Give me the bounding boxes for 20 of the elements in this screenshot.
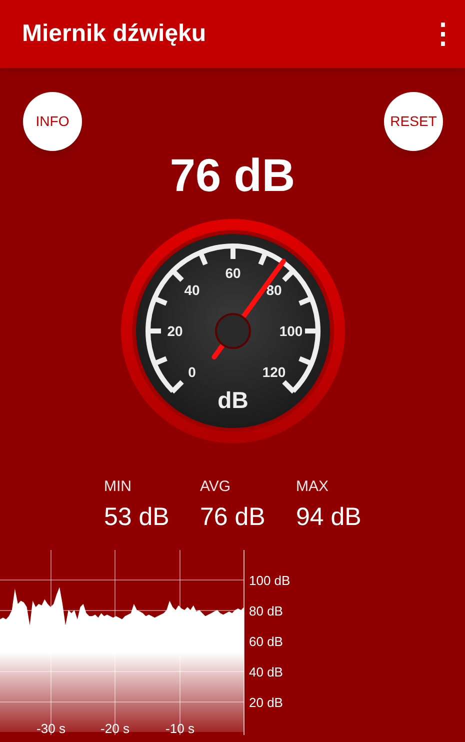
stat-value: 76 dB: [200, 502, 266, 532]
stat-value: 94 dB: [296, 502, 362, 532]
axis-label: -30 s: [36, 721, 66, 736]
more-options-button[interactable]: ⋮: [429, 20, 449, 48]
axis-label: -10 s: [166, 721, 194, 736]
sound-level-reading: 76 dB: [170, 152, 296, 198]
axis-label: 80 dB: [249, 604, 283, 619]
axis-label: 40 dB: [249, 664, 283, 680]
stat-label: AVG: [200, 478, 232, 496]
reset-button[interactable]: RESET: [384, 92, 443, 152]
gauge-dial-drawing: 0 20 40 60 80 100 120 dB: [120, 218, 346, 444]
axis-label: 100 dB: [249, 573, 290, 588]
stat-label: MAX: [296, 478, 330, 496]
stat-value: 53 dB: [104, 502, 170, 532]
info-button[interactable]: INFO: [23, 92, 82, 152]
axis-label: 20 dB: [249, 695, 283, 710]
stat-label: MIN: [104, 478, 132, 496]
app-title: Miernik dźwięku: [22, 19, 206, 50]
axis-label: 60 dB: [249, 634, 283, 650]
axis-label: -20 s: [100, 721, 130, 736]
